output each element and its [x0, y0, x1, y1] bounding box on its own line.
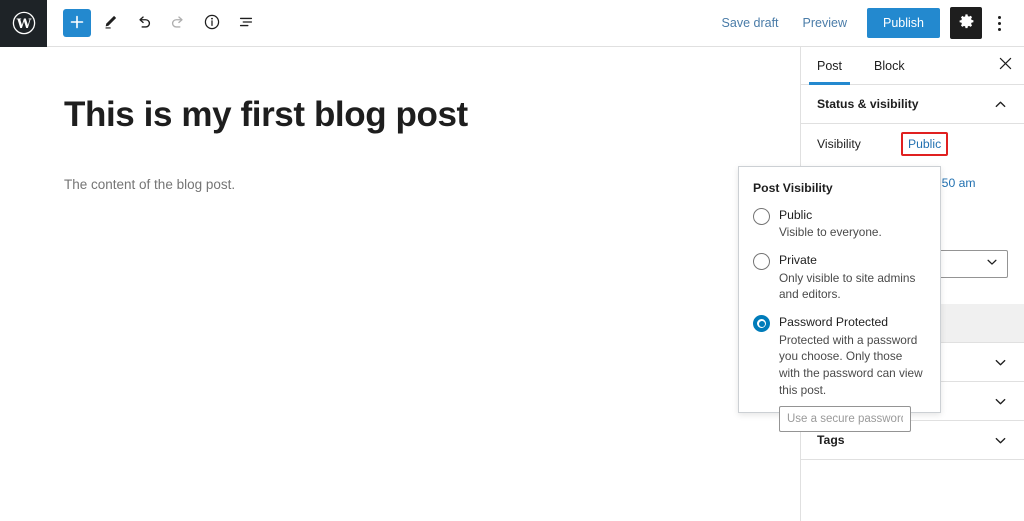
- close-sidebar-button[interactable]: [986, 47, 1024, 84]
- option-label: Password Protected: [779, 315, 889, 330]
- chevron-down-icon: [993, 433, 1008, 448]
- chevron-down-icon: [993, 394, 1008, 409]
- password-input[interactable]: [779, 405, 911, 432]
- tab-post[interactable]: Post: [801, 47, 858, 85]
- details-button[interactable]: [197, 8, 227, 38]
- save-draft-button[interactable]: Save draft: [710, 10, 791, 36]
- kebab-menu-icon: [997, 15, 1001, 31]
- wordpress-logo-button[interactable]: W: [0, 0, 47, 47]
- option-description: Protected with a password you choose. On…: [779, 332, 923, 397]
- visibility-option-password-protected[interactable]: Password Protected Protected with a pass…: [753, 314, 926, 398]
- toolbar-left-group: [47, 8, 261, 38]
- wordpress-block-editor: W Save draft Preview Publish This is my …: [0, 0, 1024, 521]
- visibility-label: Visibility: [817, 137, 861, 152]
- tools-button[interactable]: [95, 8, 125, 38]
- radio-private-icon[interactable]: [753, 253, 770, 271]
- undo-button[interactable]: [129, 8, 159, 38]
- post-visibility-popover: Post Visibility Public Visible to everyo…: [738, 166, 941, 432]
- close-icon: [999, 57, 1012, 74]
- add-block-button[interactable]: [63, 9, 91, 37]
- panel-title: Tags: [817, 433, 845, 448]
- list-view-button[interactable]: [231, 8, 261, 38]
- panel-title: Status & visibility: [817, 97, 919, 111]
- chevron-up-icon: [993, 97, 1008, 112]
- gear-icon: [958, 13, 975, 33]
- publish-button[interactable]: Publish: [867, 8, 940, 38]
- option-text: Password Protected Protected with a pass…: [779, 314, 926, 398]
- radio-public-icon[interactable]: [753, 208, 770, 225]
- wordpress-logo-icon: W: [12, 11, 36, 35]
- more-options-button[interactable]: [984, 7, 1014, 39]
- post-title-field[interactable]: This is my first blog post: [64, 95, 468, 135]
- visibility-highlight-box: Public: [901, 132, 949, 157]
- option-description: Visible to everyone.: [779, 225, 882, 240]
- preview-button[interactable]: Preview: [791, 10, 859, 36]
- editor-top-toolbar: W Save draft Preview Publish: [0, 0, 1024, 47]
- plus-icon: [69, 14, 85, 33]
- option-text: Private Only visible to site admins and …: [779, 252, 926, 303]
- sidebar-tab-bar: Post Block: [801, 47, 1024, 85]
- radio-password-protected-icon[interactable]: [753, 315, 770, 333]
- redo-arrow-icon: [169, 13, 187, 34]
- option-label: Public: [779, 208, 813, 222]
- visibility-option-private[interactable]: Private Only visible to site admins and …: [753, 252, 926, 303]
- pencil-icon: [101, 13, 119, 34]
- list-view-icon: [237, 13, 255, 34]
- editor-canvas[interactable]: This is my first blog post The content o…: [0, 47, 800, 521]
- info-circle-icon: [203, 13, 221, 34]
- chevron-down-icon: [993, 355, 1008, 370]
- redo-button[interactable]: [163, 8, 193, 38]
- post-content-paragraph[interactable]: The content of the blog post.: [64, 177, 235, 192]
- tab-block[interactable]: Block: [858, 47, 921, 84]
- visibility-option-public[interactable]: Public Visible to everyone.: [753, 207, 926, 241]
- toolbar-right-group: Save draft Preview Publish: [710, 7, 1024, 39]
- option-label: Private: [779, 253, 817, 268]
- option-description: Only visible to site admins and editors.: [779, 270, 916, 302]
- visibility-value-link[interactable]: Public: [908, 137, 941, 151]
- panel-status-and-visibility[interactable]: Status & visibility: [801, 85, 1024, 124]
- svg-text:W: W: [15, 17, 31, 32]
- undo-arrow-icon: [135, 13, 153, 34]
- row-visibility: Visibility Public: [801, 124, 1024, 164]
- settings-button[interactable]: [950, 7, 982, 39]
- chevron-down-icon: [985, 255, 999, 274]
- popover-title: Post Visibility: [753, 181, 833, 195]
- option-text: Public Visible to everyone.: [779, 207, 926, 241]
